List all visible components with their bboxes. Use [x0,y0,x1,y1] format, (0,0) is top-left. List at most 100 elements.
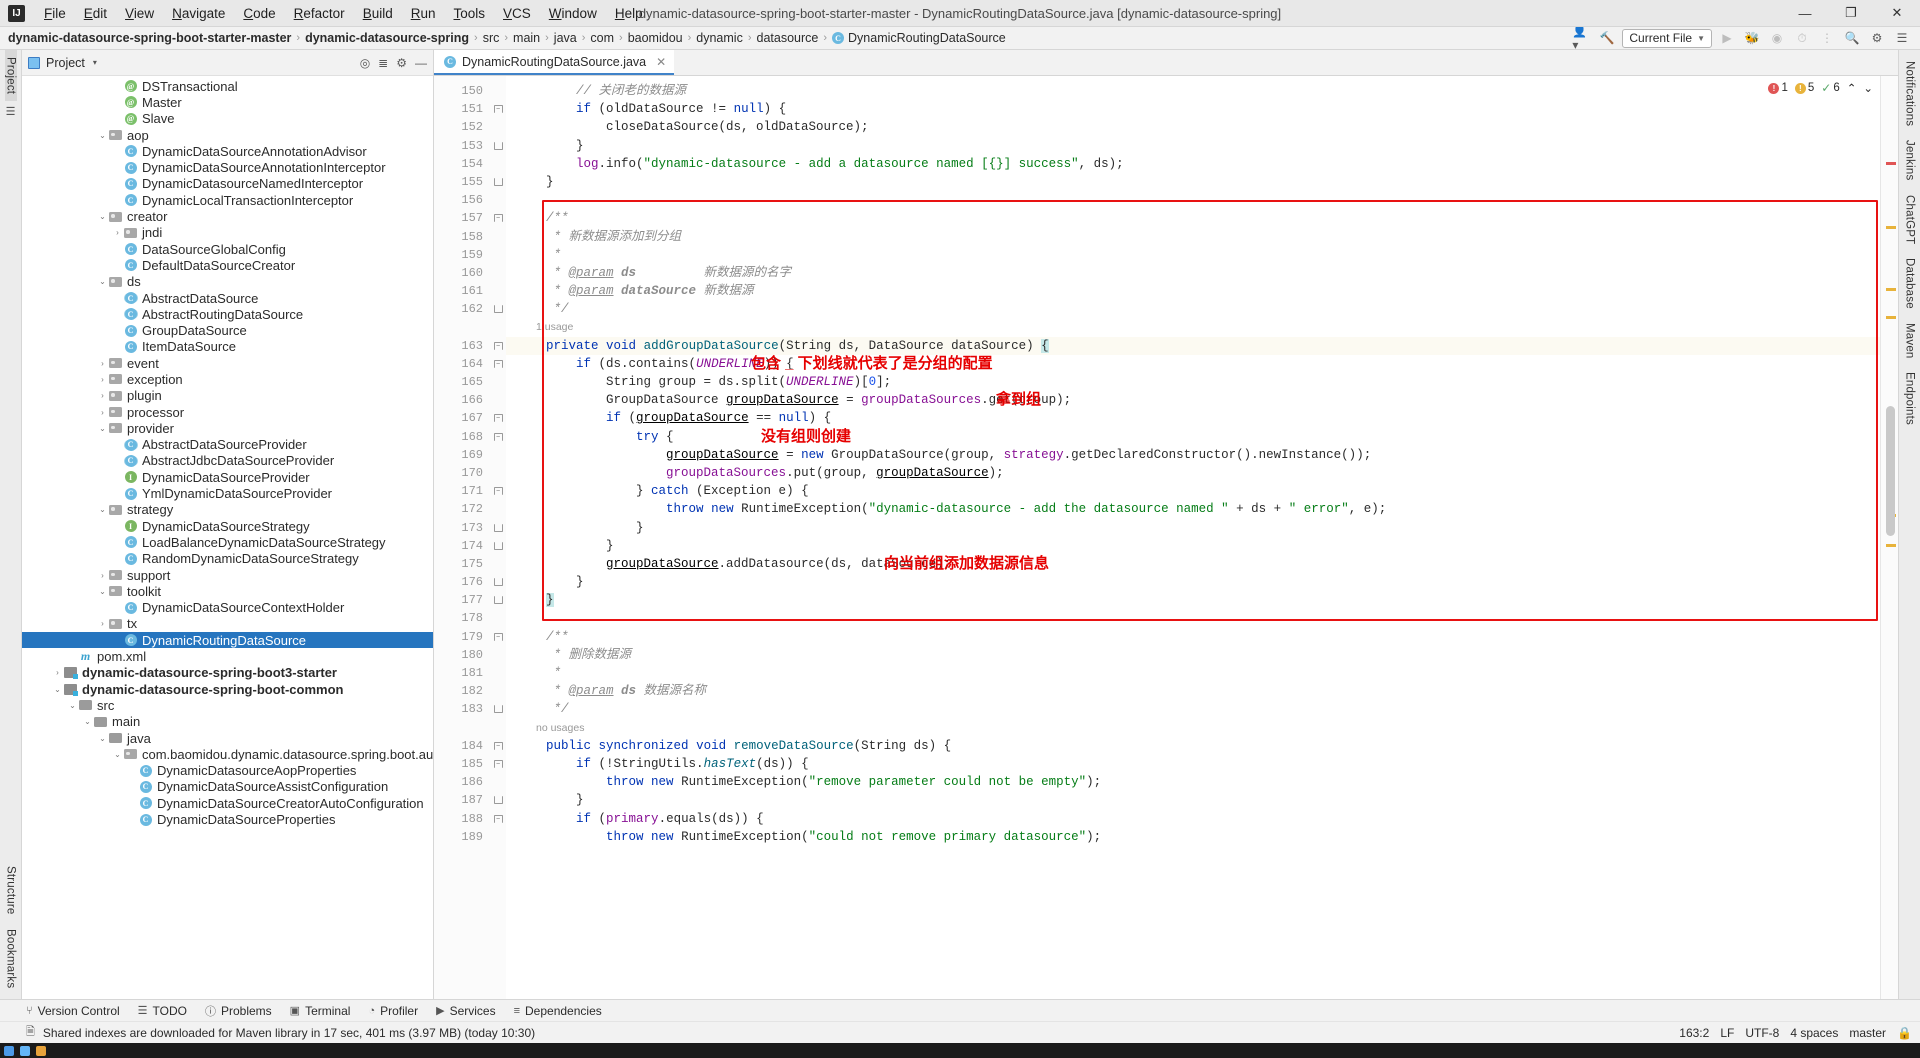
fold-slot[interactable]: − [490,409,506,427]
tree-item[interactable]: C DynamicDatasourceNamedInterceptor [22,176,433,192]
error-marker[interactable] [1886,162,1896,165]
tree-item[interactable]: ⌄ src [22,697,433,713]
breadcrumb-item[interactable]: com [588,31,616,45]
fold-collapse-icon[interactable]: − [493,105,503,114]
tree-item[interactable]: C DataSourceGlobalConfig [22,241,433,257]
hammer-icon[interactable]: 🔨 [1597,29,1617,48]
hide-icon[interactable]: — [415,56,427,70]
fold-collapse-icon[interactable]: − [493,487,503,496]
fold-collapse-icon[interactable]: − [493,214,503,223]
tree-item[interactable]: C RandomDynamicDataSourceStrategy [22,551,433,567]
breadcrumb-item[interactable]: src [481,31,502,45]
taskbar-app-icon[interactable] [4,1045,14,1056]
search-icon[interactable]: 🔍 [1842,29,1862,48]
usage-inlay-hint[interactable]: no usages [536,722,584,734]
tree-item[interactable]: › jndi [22,225,433,241]
chevron-right-icon[interactable]: › [97,571,108,580]
menu-build[interactable]: Build [354,3,402,24]
chevron-down-icon[interactable]: ⌄ [97,587,108,596]
fold-slot[interactable] [490,700,506,718]
breadcrumb-item[interactable]: baomidou [626,31,685,45]
settings-icon[interactable]: ⚙ [1867,29,1887,48]
fold-collapse-icon[interactable]: − [493,741,503,750]
breadcrumb-item[interactable]: java [552,31,579,45]
inspection-widget[interactable]: ! 1 ! 5 ✓ 6 ⌃ ⌄ [1765,80,1876,96]
run-icon[interactable]: ▶ [1717,29,1737,48]
tree-item[interactable]: › tx [22,616,433,632]
tree-item[interactable]: C DynamicDatasourceAopProperties [22,762,433,778]
tree-item[interactable]: › dynamic-datasource-spring-boot3-starter [22,665,433,681]
fold-slot[interactable]: − [490,428,506,446]
status-item-4-spaces[interactable]: 4 spaces [1790,1026,1838,1040]
fold-end-icon[interactable] [493,796,503,805]
tree-item[interactable]: › support [22,567,433,583]
fold-end-icon[interactable] [493,523,503,532]
tree-item[interactable]: I DynamicDataSourceStrategy [22,518,433,534]
locate-icon[interactable]: ◎ [360,56,370,70]
hamburger-icon[interactable]: ☰ [1892,29,1912,48]
fold-end-icon[interactable] [493,578,503,587]
tree-item[interactable]: › event [22,355,433,371]
sidebar-item-chatgpt[interactable]: ChatGPT [1904,188,1916,251]
warning-marker[interactable] [1886,226,1896,229]
chevron-right-icon[interactable]: › [97,359,108,368]
sidebar-item-notifications[interactable]: Notifications [1904,54,1916,133]
fold-slot[interactable] [490,137,506,155]
usage-inlay-hint[interactable]: 1 usage [536,321,573,333]
fold-slot[interactable]: − [490,355,506,373]
fold-slot[interactable]: − [490,337,506,355]
close-icon[interactable]: ✕ [656,55,666,69]
status-item-163-2[interactable]: 163:2 [1679,1026,1709,1040]
tree-item[interactable]: ⌄ aop [22,127,433,143]
fold-collapse-icon[interactable]: − [493,414,503,423]
fold-slot[interactable]: − [490,755,506,773]
menu-file[interactable]: File [35,3,75,24]
editor-tab-dynamicroutingdatasource[interactable]: C DynamicRoutingDataSource.java ✕ [434,50,675,75]
menu-window[interactable]: Window [540,3,606,24]
collapse-icon[interactable]: ⌃ [1847,81,1857,95]
profiler-icon[interactable]: ⏱ [1792,29,1812,48]
sidebar-item-endpoints[interactable]: Endpoints [1904,365,1916,432]
chevron-down-icon[interactable]: ▾ [93,58,97,67]
chevron-down-icon[interactable]: ⌄ [97,277,108,286]
run-configuration-selector[interactable]: Current File ▼ [1622,28,1712,48]
fold-slot[interactable]: − [490,482,506,500]
warning-marker[interactable] [1886,316,1896,319]
breadcrumb-item[interactable]: dynamic-datasource-spring-boot-starter-m… [6,31,293,45]
chevron-right-icon[interactable]: › [97,408,108,417]
tool-window-problems[interactable]: ⓘ Problems [205,1003,272,1019]
sidebar-item-structure[interactable]: Structure [5,859,17,921]
tree-item[interactable]: › exception [22,371,433,387]
tree-item[interactable]: @ Slave [22,111,433,127]
breadcrumb-item[interactable]: C DynamicRoutingDataSource [830,31,1008,45]
chevron-down-icon[interactable]: ⌄ [67,701,78,710]
tree-item[interactable]: C AbstractRoutingDataSource [22,306,433,322]
menu-view[interactable]: View [116,3,163,24]
sidebar-item-jenkins[interactable]: Jenkins [1904,133,1916,187]
chevron-right-icon[interactable]: › [112,228,123,237]
tree-item[interactable]: C DynamicDataSourceProperties [22,811,433,827]
fold-end-icon[interactable] [493,705,503,714]
chevron-down-icon[interactable]: ⌄ [52,685,63,694]
fold-collapse-icon[interactable]: − [493,432,503,441]
tree-item[interactable]: C LoadBalanceDynamicDataSourceStrategy [22,534,433,550]
tree-item[interactable]: ⌄ dynamic-datasource-spring-boot-common [22,681,433,697]
breadcrumb-item[interactable]: datasource [755,31,821,45]
chevron-right-icon[interactable]: › [97,391,108,400]
tool-window-dependencies[interactable]: ≡ Dependencies [514,1004,602,1018]
fold-slot[interactable]: − [490,628,506,646]
menu-vcs[interactable]: VCS [494,3,540,24]
chevron-right-icon[interactable]: › [97,619,108,628]
status-item-lf[interactable]: LF [1720,1026,1734,1040]
fold-slot[interactable] [490,519,506,537]
settings-icon[interactable]: ⚙ [396,56,407,70]
coverage-icon[interactable]: ◉ [1767,29,1787,48]
chevron-down-icon[interactable]: ⌄ [97,734,108,743]
tool-window-todo[interactable]: ☰ TODO [138,1004,187,1018]
warning-marker[interactable] [1886,544,1896,547]
tree-item[interactable]: m pom.xml [22,648,433,664]
chevron-down-icon[interactable]: ⌄ [97,505,108,514]
menu-refactor[interactable]: Refactor [285,3,354,24]
tree-item[interactable]: C DynamicDataSourceAnnotationInterceptor [22,159,433,175]
tree-item[interactable]: I DynamicDataSourceProvider [22,469,433,485]
